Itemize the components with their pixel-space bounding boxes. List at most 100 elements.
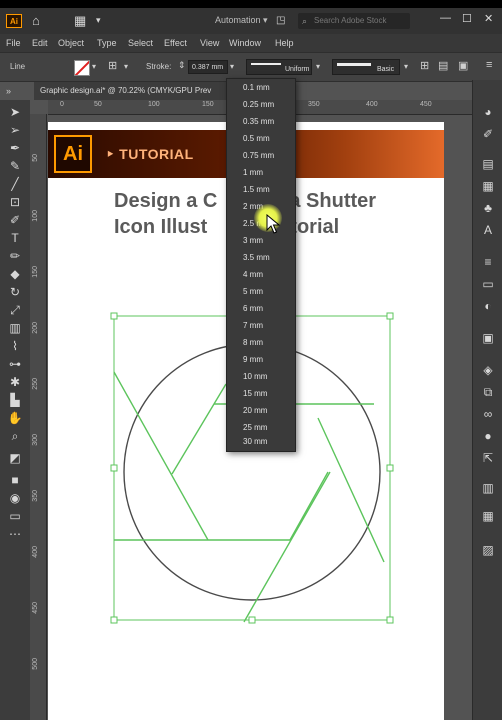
chevron-down-icon[interactable]: ▾ <box>124 62 128 71</box>
brush-definition[interactable]: Basic <box>332 59 400 75</box>
pencil-tool-icon[interactable]: ✎ <box>6 158 24 174</box>
close-icon[interactable]: ✕ <box>484 12 493 25</box>
dropdown-option[interactable]: 7 mm <box>243 321 263 330</box>
dropdown-option[interactable]: 1 mm <box>243 168 263 177</box>
type-tool-icon[interactable]: T <box>6 230 24 246</box>
menu-view[interactable]: View <box>200 38 219 48</box>
dropdown-option[interactable]: 4 mm <box>243 270 263 279</box>
chevron-down-icon[interactable]: ▾ <box>96 15 101 26</box>
menu-edit[interactable]: Edit <box>32 38 48 48</box>
scale-tool-icon[interactable]: ⤢ <box>6 302 24 318</box>
draw-mode-icon[interactable]: ◉ <box>6 490 24 506</box>
libraries-panel-icon[interactable]: ▤ <box>479 156 497 172</box>
dropdown-option[interactable]: 10 mm <box>243 372 267 381</box>
layers-panel-icon[interactable]: ◈ <box>479 362 497 378</box>
document-tab[interactable]: Graphic design.ai* @ 70.22% (CMYK/GPU Pr… <box>34 82 238 100</box>
arrange-documents-icon[interactable]: ▦ <box>74 13 86 29</box>
dropdown-option[interactable]: 3.5 mm <box>243 253 270 262</box>
selection-tool-icon[interactable]: ➤ <box>6 104 24 120</box>
dropdown-option[interactable]: 20 mm <box>243 406 267 415</box>
fill-stroke-icon[interactable]: ◩ <box>6 450 24 466</box>
transparency-panel-icon[interactable]: ▣ <box>479 330 497 346</box>
appearance-panel-icon[interactable]: ◐ <box>479 298 497 314</box>
symbols-panel-icon[interactable]: ♣ <box>479 200 497 216</box>
stroke-color-icon[interactable]: ⊞ <box>108 59 117 72</box>
panel-menu-icon[interactable]: ≡ <box>486 59 492 71</box>
variable-width-profile[interactable]: Uniform <box>246 59 312 75</box>
eraser-tool-icon[interactable]: ◆ <box>6 266 24 282</box>
chevron-down-icon[interactable]: ▾ <box>92 62 96 71</box>
dropdown-option[interactable]: 8 mm <box>243 338 263 347</box>
brushes-panel-icon[interactable]: ✐ <box>479 126 497 142</box>
workspace-switcher[interactable]: Automation ▾ <box>215 15 268 26</box>
chevron-down-icon[interactable]: ▾ <box>404 62 408 71</box>
dropdown-option[interactable]: 3 mm <box>243 236 263 245</box>
mouse-pointer-icon <box>266 214 280 234</box>
navigator-panel-icon[interactable]: ▨ <box>479 542 497 558</box>
screen-mode-icon[interactable]: ▭ <box>6 508 24 524</box>
dropdown-option[interactable]: 30 mm <box>243 437 267 446</box>
pen-tool-icon[interactable]: ✒ <box>6 140 24 156</box>
hand-tool-icon[interactable]: ✋ <box>6 410 24 426</box>
zoom-tool-icon[interactable]: ⌕ <box>6 428 24 444</box>
swatches-panel-icon[interactable]: ▦ <box>479 178 497 194</box>
line-tool-icon[interactable]: ╱ <box>6 176 24 192</box>
artboards-panel-icon[interactable]: ⧉ <box>479 384 497 400</box>
transform-icon[interactable]: ▤ <box>438 59 448 72</box>
isolate-icon[interactable]: ▣ <box>458 59 468 72</box>
chevron-down-icon[interactable]: ▾ <box>316 62 320 71</box>
chevron-down-icon[interactable]: ▾ <box>230 62 234 71</box>
color-panel-icon[interactable]: ◕ <box>479 104 497 120</box>
gradient-tool-icon[interactable]: ▥ <box>6 320 24 336</box>
brush-tool-icon[interactable]: ✐ <box>6 212 24 228</box>
symbol-tool-icon[interactable]: ✱ <box>6 374 24 390</box>
shaper-tool-icon[interactable]: ✏ <box>6 248 24 264</box>
links-panel-icon[interactable]: ∞ <box>479 406 497 422</box>
menu-file[interactable]: File <box>6 38 21 48</box>
dropdown-option[interactable]: 25 mm <box>243 423 267 432</box>
search-input[interactable]: ⌕ Search Adobe Stock <box>298 13 410 29</box>
fill-swatch[interactable] <box>74 60 90 76</box>
discover-icon[interactable]: ◳ <box>276 15 285 26</box>
dropdown-option[interactable]: 5 mm <box>243 287 263 296</box>
pathfinder-panel-icon[interactable]: ▦ <box>479 508 497 524</box>
dropdown-option[interactable]: 6 mm <box>243 304 263 313</box>
dropdown-option[interactable]: 15 mm <box>243 389 267 398</box>
character-panel-icon[interactable]: A <box>479 222 497 238</box>
align-panel-icon[interactable]: ▥ <box>479 480 497 496</box>
menu-type[interactable]: Type <box>97 38 117 48</box>
menu-effect[interactable]: Effect <box>164 38 187 48</box>
stepper-icon[interactable]: ⇕ <box>178 60 186 71</box>
stroke-weight-field[interactable]: 0.387 mm <box>188 60 228 74</box>
menu-help[interactable]: Help <box>275 38 294 48</box>
more-tools-icon[interactable]: ⋯ <box>6 526 24 542</box>
dropdown-option[interactable]: 0.25 mm <box>243 100 274 109</box>
home-icon[interactable]: ⌂ <box>32 13 40 28</box>
collapse-toolbar-icon[interactable]: » <box>6 86 11 96</box>
stroke-label[interactable]: Stroke: <box>146 62 171 71</box>
menu-window[interactable]: Window <box>229 38 261 48</box>
color-mode-icon[interactable]: ■ <box>6 472 24 488</box>
dropdown-option[interactable]: 0.35 mm <box>243 117 274 126</box>
vertical-ruler[interactable]: 50 100 150 200 250 300 350 400 450 500 <box>30 114 47 720</box>
minimize-icon[interactable]: — <box>440 12 451 24</box>
paragraph-panel-icon[interactable]: ≡ <box>479 254 497 270</box>
menu-object[interactable]: Object <box>58 38 84 48</box>
dropdown-option[interactable]: 9 mm <box>243 355 263 364</box>
dropdown-option[interactable]: 0.5 mm <box>243 134 270 143</box>
direct-selection-tool-icon[interactable]: ➢ <box>6 122 24 138</box>
dropdown-option[interactable]: 0.1 mm <box>243 83 270 92</box>
menu-select[interactable]: Select <box>128 38 153 48</box>
gradient-panel-icon[interactable]: ▭ <box>479 276 497 292</box>
blend-tool-icon[interactable]: ⊶ <box>6 356 24 372</box>
rotate-tool-icon[interactable]: ↻ <box>6 284 24 300</box>
align-icon[interactable]: ⊞ <box>420 59 429 72</box>
export-panel-icon[interactable]: ⇱ <box>479 450 497 466</box>
graph-tool-icon[interactable]: ▙ <box>6 392 24 408</box>
asset-export-panel-icon[interactable]: ● <box>479 428 497 444</box>
artboard-tool-icon[interactable]: ⊡ <box>6 194 24 210</box>
dropdown-option[interactable]: 0.75 mm <box>243 151 274 160</box>
dropdown-option[interactable]: 1.5 mm <box>243 185 270 194</box>
maximize-icon[interactable]: ☐ <box>462 12 472 25</box>
eyedropper-tool-icon[interactable]: ⌇ <box>6 338 24 354</box>
